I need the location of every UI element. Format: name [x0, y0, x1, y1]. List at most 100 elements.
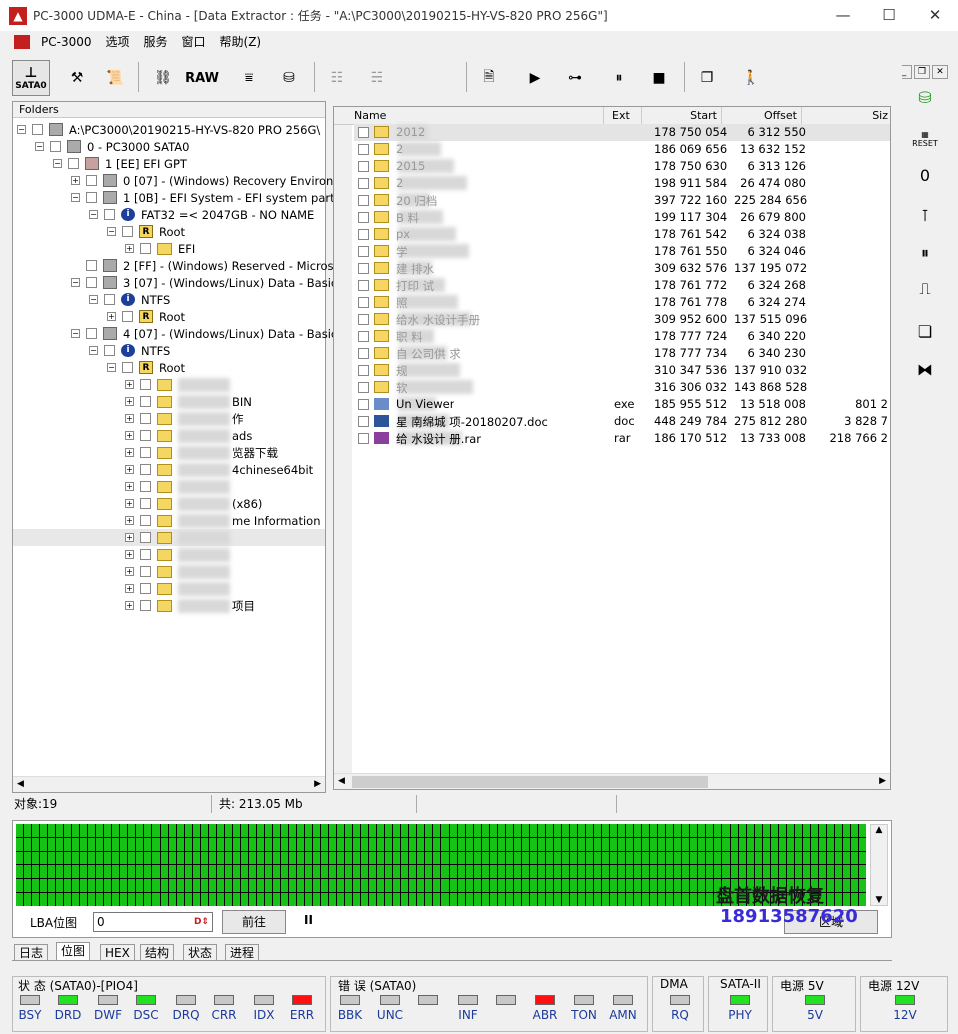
bitmap-cell[interactable] — [272, 824, 280, 837]
bitmap-cell[interactable] — [16, 879, 24, 893]
bitmap-cell[interactable] — [160, 893, 168, 906]
bitmap-cell[interactable] — [24, 865, 32, 879]
bitmap-cell[interactable] — [481, 824, 489, 837]
bitmap-cell[interactable] — [553, 879, 561, 893]
bitmap-cell[interactable] — [136, 893, 144, 906]
bitmap-cell[interactable] — [553, 851, 561, 865]
bitmap-cell[interactable] — [810, 865, 818, 879]
bitmap-cell[interactable] — [449, 824, 457, 837]
bitmap-cell[interactable] — [834, 865, 842, 879]
app-menu-icon[interactable] — [14, 34, 30, 49]
bitmap-cell[interactable] — [738, 824, 746, 837]
bitmap-cell[interactable] — [305, 837, 313, 851]
bitmap-cell[interactable] — [441, 893, 449, 906]
bitmap-cell[interactable] — [794, 865, 802, 879]
bitmap-cell[interactable] — [602, 879, 610, 893]
bitmap-cell[interactable] — [794, 837, 802, 851]
bitmap-cell[interactable] — [537, 837, 545, 851]
bitmap-cell[interactable] — [280, 879, 288, 893]
bitmap-cell[interactable] — [377, 893, 385, 906]
bitmap-cell[interactable] — [305, 865, 313, 879]
bitmap-cell[interactable] — [569, 865, 577, 879]
bitmap-cell[interactable] — [497, 824, 505, 837]
bitmap-cell[interactable] — [465, 893, 473, 906]
list-row[interactable]: 学 178 761 550 6 324 046 — [354, 243, 890, 260]
bitmap-cell[interactable] — [481, 851, 489, 865]
bitmap-cell[interactable] — [272, 879, 280, 893]
bitmap-cell[interactable] — [120, 879, 128, 893]
bitmap-cell[interactable] — [666, 837, 674, 851]
bitmap-cell[interactable] — [417, 837, 425, 851]
row-checkbox[interactable] — [358, 127, 369, 138]
bitmap-cell[interactable] — [786, 824, 794, 837]
bitmap-cell[interactable] — [610, 879, 618, 893]
bitmap-cell[interactable] — [602, 837, 610, 851]
bitmap-cell[interactable] — [329, 865, 337, 879]
bitmap-cell[interactable] — [618, 865, 626, 879]
bitmap-cell[interactable] — [120, 893, 128, 906]
sata0-button[interactable]: ⊥ SATA0 — [12, 60, 50, 96]
bitmap-cell[interactable] — [465, 824, 473, 837]
bitmap-cell[interactable] — [561, 837, 569, 851]
bitmap-cell[interactable] — [48, 824, 56, 837]
bitmap-cell[interactable] — [120, 865, 128, 879]
bitmap-cell[interactable] — [24, 851, 32, 865]
bitmap-cell[interactable] — [794, 851, 802, 865]
row-checkbox[interactable] — [358, 280, 369, 291]
list-row[interactable]: 建 排水 309 632 576 137 195 072 — [354, 260, 890, 277]
bitmap-cell[interactable] — [369, 865, 377, 879]
tools-button[interactable]: ⚒ — [58, 60, 96, 96]
bitmap-cell[interactable] — [369, 879, 377, 893]
bitmap-cell[interactable] — [634, 865, 642, 879]
bitmap-cell[interactable] — [136, 879, 144, 893]
bitmap-cell[interactable] — [505, 837, 513, 851]
bitmap-cell[interactable] — [658, 893, 666, 906]
bitmap-cell[interactable] — [353, 879, 361, 893]
expand-toggle-icon[interactable]: + — [125, 601, 134, 610]
bitmap-cell[interactable] — [104, 865, 112, 879]
bitmap-cell[interactable] — [345, 837, 353, 851]
bitmap-cell[interactable] — [594, 851, 602, 865]
bitmap-cell[interactable] — [369, 893, 377, 906]
bitmap-cell[interactable] — [802, 837, 810, 851]
bitmap-cell[interactable] — [232, 879, 240, 893]
bitmap-cell[interactable] — [658, 865, 666, 879]
bitmap-cell[interactable] — [353, 893, 361, 906]
bitmap-cell[interactable] — [666, 824, 674, 837]
bitmap-cell[interactable] — [586, 879, 594, 893]
bitmap-cell[interactable] — [208, 865, 216, 879]
bitmap-cell[interactable] — [369, 851, 377, 865]
bitmap-cell[interactable] — [144, 837, 152, 851]
bitmap-cell[interactable] — [393, 865, 401, 879]
bitmap-cell[interactable] — [553, 893, 561, 906]
bitmap-cell[interactable] — [690, 893, 698, 906]
bitmap-cell[interactable] — [120, 837, 128, 851]
bitmap-cell[interactable] — [738, 837, 746, 851]
bitmap-cell[interactable] — [569, 824, 577, 837]
tree-node[interactable]: + me Information — [125, 512, 321, 529]
bitmap-cell[interactable] — [746, 865, 754, 879]
bitmap-cell[interactable] — [361, 893, 369, 906]
expand-toggle-icon[interactable]: + — [125, 397, 134, 406]
bitmap-cell[interactable] — [160, 865, 168, 879]
bitmap-cell[interactable] — [674, 879, 682, 893]
bitmap-cell[interactable] — [216, 879, 224, 893]
tree-checkbox[interactable] — [140, 464, 151, 475]
tree-node[interactable]: − 3 [07] - (Windows/Linux) Data - Basic d… — [71, 274, 360, 291]
tree-node[interactable]: +4chinese64bit — [125, 461, 313, 478]
bitmap-cell[interactable] — [545, 851, 553, 865]
bitmap-cell[interactable] — [778, 851, 786, 865]
tree-checkbox[interactable] — [68, 158, 79, 169]
pause-button[interactable]: ⏸ — [600, 60, 638, 96]
bitmap-cell[interactable] — [690, 837, 698, 851]
bitmap-cell[interactable] — [393, 851, 401, 865]
tree-checkbox[interactable] — [32, 124, 43, 135]
bitmap-cell[interactable] — [513, 879, 521, 893]
bitmap-cell[interactable] — [722, 851, 730, 865]
tree-checkbox[interactable] — [122, 362, 133, 373]
bitmap-cell[interactable] — [72, 879, 80, 893]
expand-toggle-icon[interactable]: + — [107, 312, 116, 321]
bitmap-cell[interactable] — [377, 851, 385, 865]
expand-toggle-icon[interactable]: − — [71, 329, 80, 338]
bitmap-cell[interactable] — [754, 851, 762, 865]
